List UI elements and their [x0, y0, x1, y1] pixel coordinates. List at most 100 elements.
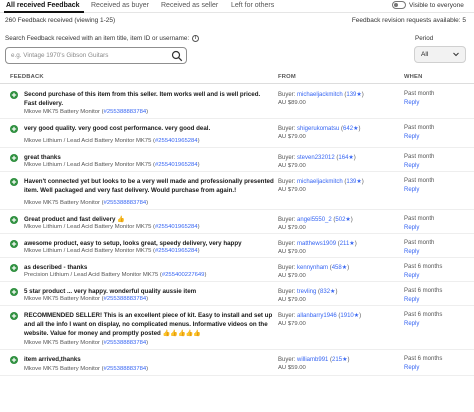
feedback-when: Past 6 months [404, 312, 443, 318]
star-icon: ★ [353, 126, 359, 132]
item-id-link[interactable]: #255401965284 [155, 138, 198, 144]
tab-received-as-seller[interactable]: Received as seller [161, 2, 218, 9]
reply-link[interactable]: Reply [404, 100, 419, 106]
positive-feedback-icon [10, 91, 18, 99]
feedback-item: Mkove Lithium / Lead Acid Battery Monito… [24, 248, 200, 254]
item-id-link[interactable]: #255388883784 [104, 340, 147, 346]
feedback-item: Mkove MK75 Battery Monitor (#25538888378… [24, 340, 149, 346]
buyer-feedback-score[interactable]: 211 [340, 241, 350, 247]
feedback-when: Past month [404, 240, 435, 246]
buyer-username-link[interactable]: angel5550_2 [297, 217, 332, 223]
buyer-feedback-score[interactable]: 832 [320, 289, 330, 295]
positive-feedback-icon [10, 154, 18, 162]
feedback-row: Great product and fast delivery 👍 Mkove L… [0, 210, 474, 234]
feedback-comment: awesome product, easy to setup, looks gr… [24, 240, 242, 247]
buyer-username-link[interactable]: michaeljackmitch [297, 92, 343, 98]
star-icon: ★ [356, 179, 362, 185]
buyer-feedback-score[interactable]: 139 [346, 179, 356, 185]
reply-link[interactable]: Reply [404, 187, 419, 193]
item-id-link[interactable]: #255388883784 [104, 366, 147, 372]
buyer-username-link[interactable]: steven232012 [297, 155, 335, 161]
item-price: AU $79.00 [278, 187, 306, 193]
buyer-feedback-score[interactable]: 502 [335, 217, 345, 223]
item-title: Mkove Lithium / Lead Acid Battery Monito… [24, 224, 152, 230]
revision-requests-text: Feedback revision requests available: 5 [351, 17, 466, 24]
reply-link[interactable]: Reply [404, 273, 419, 279]
item-price: AU $59.00 [278, 365, 306, 371]
buyer-info: Buyer: matthews1909 (211★) [278, 241, 357, 247]
item-id-link[interactable]: #255388883784 [104, 109, 147, 115]
item-id-link[interactable]: #255388883784 [104, 296, 147, 302]
buyer-prefix: Buyer: [278, 265, 296, 271]
period-select[interactable]: All [414, 46, 466, 63]
buyer-username-link[interactable]: williamb991 [297, 357, 328, 363]
buyer-feedback-score[interactable]: 642 [343, 126, 353, 132]
feedback-comment: Haven't connected yet but looks to be a … [24, 178, 274, 194]
item-price: AU $89.00 [278, 100, 306, 106]
reply-link[interactable]: Reply [404, 297, 419, 303]
feedback-when: Past month [404, 91, 435, 97]
visibility-toggle[interactable] [392, 1, 406, 9]
item-price: AU $79.00 [278, 249, 306, 255]
search-icon[interactable] [171, 50, 183, 62]
buyer-prefix: Buyer: [278, 313, 296, 319]
column-feedback: FEEDBACK [10, 74, 44, 80]
feedback-count: 260 Feedback received (viewing 1-25) [5, 17, 116, 24]
feedback-when: Past 6 months [404, 264, 443, 270]
item-price: AU $79.00 [278, 163, 306, 169]
feedback-comment: very good quality. very good cost perfor… [24, 125, 211, 132]
feedback-when: Past month [404, 178, 435, 184]
search-input[interactable] [6, 48, 166, 63]
buyer-username-link[interactable]: trevling [297, 289, 316, 295]
reply-link[interactable]: Reply [404, 249, 419, 255]
item-id-link[interactable]: #255388883784 [104, 200, 147, 206]
buyer-username-link[interactable]: kennynham [297, 265, 328, 271]
buyer-feedback-score[interactable]: 1910 [340, 313, 353, 319]
buyer-prefix: Buyer: [278, 289, 296, 295]
item-title: Mkove MK75 Battery Monitor [24, 296, 100, 302]
buyer-feedback-score[interactable]: 139 [346, 92, 356, 98]
reply-link[interactable]: Reply [404, 163, 419, 169]
buyer-username-link[interactable]: matthews1909 [297, 241, 336, 247]
reply-link[interactable]: Reply [404, 134, 419, 140]
period-label: Period [415, 35, 434, 42]
feedback-row: Haven't connected yet but looks to be a … [0, 172, 474, 210]
search-field [5, 47, 187, 64]
tab-all-received[interactable]: All received Feedback [6, 2, 80, 9]
buyer-prefix: Buyer: [278, 357, 296, 363]
item-id-link[interactable]: #255401965284 [155, 224, 198, 230]
info-icon[interactable]: i [192, 35, 200, 42]
item-id-link[interactable]: #255400227649 [162, 272, 205, 278]
buyer-username-link[interactable]: michaeljackmitch [297, 179, 343, 185]
positive-feedback-icon [10, 288, 18, 296]
item-price: AU $79.00 [278, 273, 306, 279]
item-id-link[interactable]: #255401965284 [155, 162, 198, 168]
buyer-feedback-score[interactable]: 215 [332, 357, 342, 363]
item-id-link[interactable]: #255401965284 [155, 248, 198, 254]
buyer-feedback-score[interactable]: 164 [338, 155, 348, 161]
feedback-item: Mkove MK75 Battery Monitor (#25538888378… [24, 366, 149, 372]
tab-received-as-buyer[interactable]: Received as buyer [91, 2, 149, 9]
star-icon: ★ [341, 265, 348, 271]
positive-feedback-icon [10, 216, 18, 224]
item-price: AU $79.00 [278, 297, 306, 303]
buyer-info: Buyer: allanbarry1946 (1910★) [278, 313, 362, 319]
buyer-feedback-score[interactable]: 458 [332, 265, 342, 271]
item-title: Mkove MK75 Battery Monitor [24, 109, 100, 115]
feedback-when: Past 6 months [404, 356, 443, 362]
reply-link[interactable]: Reply [404, 365, 419, 371]
reply-link[interactable]: Reply [404, 225, 419, 231]
reply-link[interactable]: Reply [404, 321, 419, 327]
buyer-prefix: Buyer: [278, 126, 296, 132]
item-price: AU $79.00 [278, 225, 306, 231]
item-title: Mkove Lithium / Lead Acid Battery Monito… [24, 248, 152, 254]
tab-left-for-others[interactable]: Left for others [231, 2, 274, 9]
item-title: Precision Lithium / Lead Acid Battery Mo… [24, 272, 159, 278]
search-label: Search Feedback received with an item ti… [5, 35, 200, 42]
chevron-down-icon [453, 52, 459, 57]
buyer-username-link[interactable]: shigerukomatsu [297, 126, 339, 132]
feedback-comment: as described - thanks [24, 264, 88, 271]
buyer-username-link[interactable]: allanbarry1946 [297, 313, 337, 319]
item-title: Mkove Lithium / Lead Acid Battery Monito… [24, 162, 152, 168]
buyer-info: Buyer: shigerukomatsu (642★) [278, 126, 361, 132]
